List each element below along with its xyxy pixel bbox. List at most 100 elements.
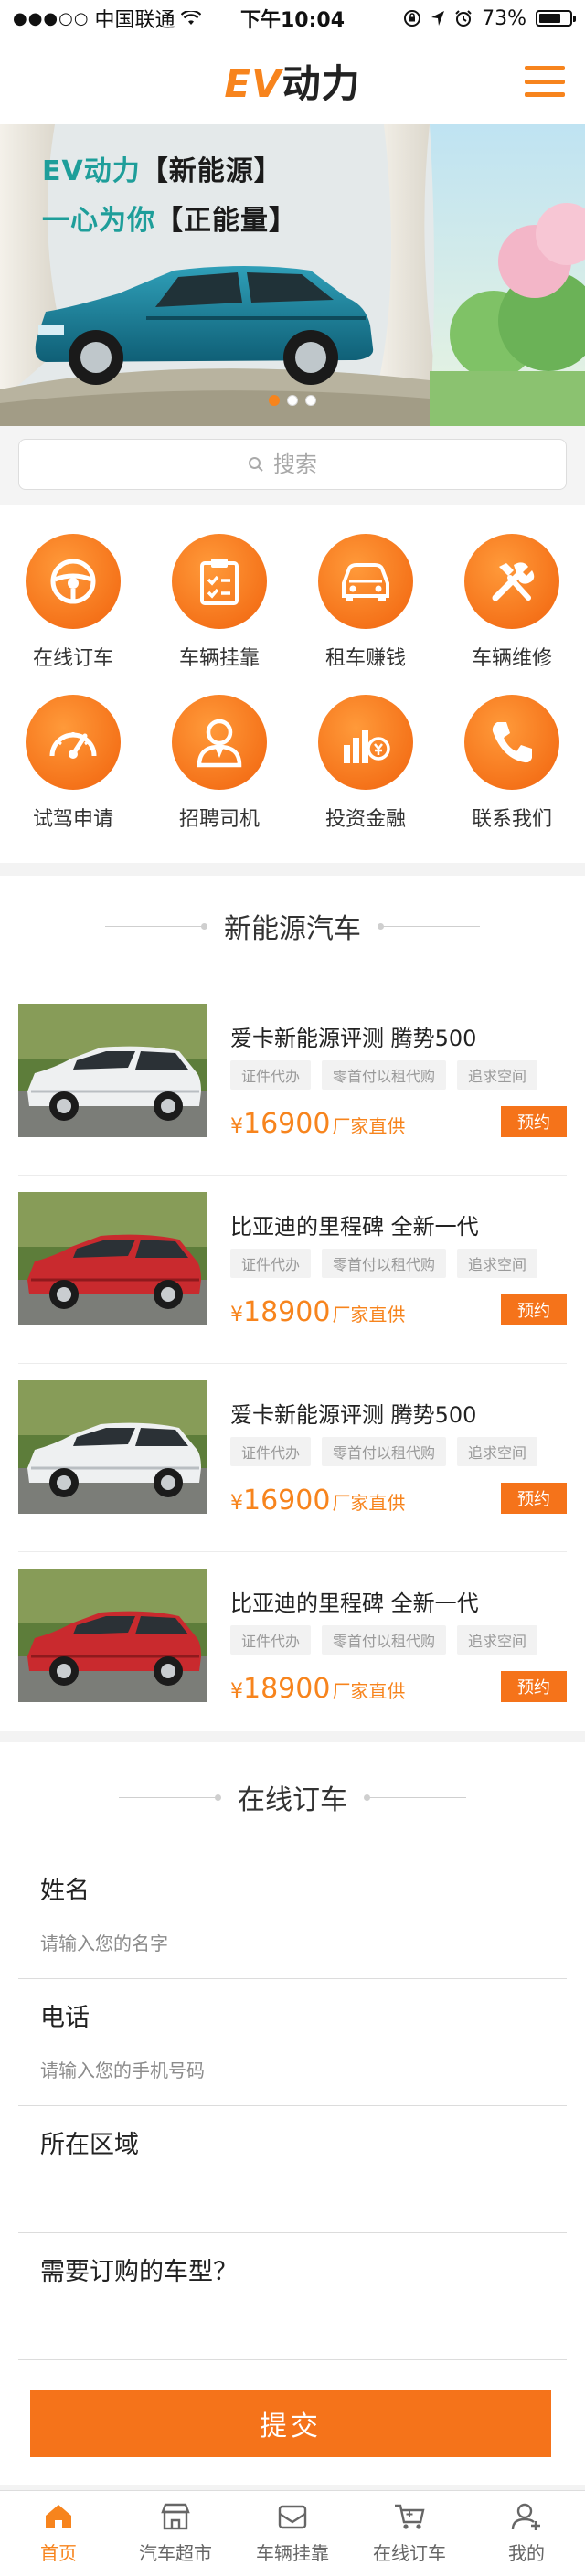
currency-symbol: ¥ [230,1492,243,1515]
carousel-dot[interactable] [305,395,316,406]
price-suffix: 厂家直供 [332,1680,406,1702]
carousel-dot[interactable] [287,395,298,406]
search-input[interactable] [273,452,337,477]
car-title: 比亚迪的里程碑 全新一代 [230,1591,479,1616]
car-photo[interactable] [18,1380,207,1514]
name-input[interactable] [18,1909,567,1978]
car-tag: 追求空间 [457,1625,538,1655]
nav-item[interactable]: 租车赚钱 [292,534,439,695]
feature-grid: 在线订车 车辆挂靠 租车赚钱 车辆维修 试驾申请 招聘司机 投资金融 联系我们 [0,505,585,863]
battery-level [539,14,561,23]
price-value: 18900 [243,1296,331,1328]
logo-text: 动力 [282,60,361,106]
tab-item[interactable]: 车辆挂靠 [234,2491,351,2576]
model-field: 需要订购的车型？ [18,2233,567,2360]
submit-button[interactable]: 提交 [30,2390,551,2457]
clipboard-icon [172,534,267,629]
order-form: 在线订车 姓名 电话 所在区域 需要订购的车型？ 提交 [0,1742,585,2485]
section-title: 新能源汽车 [224,913,361,945]
cart-icon [393,2503,426,2535]
book-button[interactable]: 预约 [501,1483,567,1514]
banner-slogan-line1: EV动力【新能源】 [42,155,282,187]
model-input[interactable] [18,2290,567,2359]
tab-label: 在线订车 [373,2541,446,2564]
car-title: 爱卡新能源评测 腾势500 [230,1026,477,1051]
app-logo[interactable]: EV动力 [224,53,360,109]
book-button[interactable]: 预约 [501,1671,567,1702]
nav-item-label: 投资金融 [324,808,406,831]
cars-section: 新能源汽车 爱卡新能源评测 腾势500 证件代办 零首付以租代购 追求空间 ¥169… [0,876,585,1731]
carousel-indicator[interactable] [0,395,585,406]
nav-item[interactable]: 车辆维修 [439,534,585,695]
order-section-header: 在线订车 [18,1742,567,1852]
nav-item[interactable]: 车辆挂靠 [146,534,292,695]
car-photo[interactable] [18,1004,207,1137]
phone-field: 电话 [18,1979,567,2106]
nav-item[interactable]: 联系我们 [439,695,585,856]
car-tags: 证件代办 零首付以租代购 追求空间 [230,1625,538,1655]
car-tag: 证件代办 [230,1249,312,1278]
car-list-item[interactable]: 比亚迪的里程碑 全新一代 证件代办 零首付以租代购 追求空间 ¥18900 厂家直供 … [18,1172,567,1364]
tab-label: 我的 [508,2541,545,2564]
nav-item[interactable]: 投资金融 [292,695,439,856]
book-button[interactable]: 预约 [501,1106,567,1137]
car-front-icon [318,534,413,629]
nav-item[interactable]: 在线订车 [0,534,146,695]
tab-item[interactable]: 我的 [468,2491,585,2576]
car-photo[interactable] [18,1569,207,1702]
area-label: 所在区域 [40,2131,139,2159]
tab-item[interactable]: 在线订车 [351,2491,468,2576]
location-icon [431,11,445,26]
rotation-lock-icon [404,10,421,27]
book-button[interactable]: 预约 [501,1294,567,1325]
car-tag: 零首付以租代购 [322,1060,447,1090]
area-input[interactable] [18,2163,567,2232]
section-title: 在线订车 [238,1784,347,1816]
wifi-icon [180,11,201,25]
user-icon [511,2503,542,2535]
banner-slogan-line2: 一心为你【正能量】 [42,205,297,237]
car-tag: 零首付以租代购 [322,1625,447,1655]
phone-icon [464,695,559,790]
carrier-name: 中国联通 [94,9,176,32]
search-icon [249,457,263,472]
price-value: 18900 [243,1673,331,1705]
car-tags: 证件代办 零首付以租代购 追求空间 [230,1249,538,1278]
inbox-icon [277,2503,308,2535]
signal-icon: ●●●○○ [13,8,90,28]
car-tag: 追求空间 [457,1249,538,1278]
search-bar[interactable] [18,439,567,490]
tab-item[interactable]: 首页 [0,2491,117,2576]
price-suffix: 厂家直供 [332,1304,406,1325]
hero-banner[interactable]: EV动力【新能源】 一心为你【正能量】 [0,124,585,426]
car-tags: 证件代办 零首付以租代购 追求空间 [230,1060,538,1090]
car-price: ¥16900 厂家直供 [230,1108,405,1140]
car-tag: 追求空间 [457,1437,538,1466]
alarm-icon [455,10,472,27]
tab-item[interactable]: 汽车超市 [117,2491,234,2576]
carousel-dot[interactable] [269,395,280,406]
car-photo[interactable] [18,1192,207,1325]
nav-item-label: 在线订车 [32,647,113,670]
car-price: ¥18900 厂家直供 [230,1673,405,1705]
currency-symbol: ¥ [230,1680,243,1703]
name-field: 姓名 [18,1852,567,1979]
bottom-tab-bar: 首页 汽车超市 车辆挂靠 在线订车 我的 [0,2490,585,2576]
car-title: 比亚迪的里程碑 全新一代 [230,1214,479,1240]
phone-input[interactable] [18,2036,567,2105]
car-list-item[interactable]: 爱卡新能源评测 腾势500 证件代办 零首付以租代购 追求空间 ¥16900 厂家直供… [18,984,567,1176]
price-value: 16900 [243,1485,331,1517]
car-tag: 零首付以租代购 [322,1249,447,1278]
car-list-item[interactable]: 爱卡新能源评测 腾势500 证件代办 零首付以租代购 追求空间 ¥16900 厂家直供… [18,1360,567,1552]
menu-icon[interactable] [525,66,565,97]
price-value: 16900 [243,1108,331,1140]
car-list-item[interactable]: 比亚迪的里程碑 全新一代 证件代办 零首付以租代购 追求空间 ¥18900 厂家直供 … [18,1549,567,1740]
phone-label: 电话 [40,2004,90,2032]
nav-item-label: 招聘司机 [178,808,260,831]
nav-item[interactable]: 试驾申请 [0,695,146,856]
store-icon [160,2503,191,2535]
tab-label: 首页 [40,2541,77,2564]
tab-label: 汽车超市 [139,2541,212,2564]
battery-percent: 73% [482,6,526,30]
nav-item[interactable]: 招聘司机 [146,695,292,856]
